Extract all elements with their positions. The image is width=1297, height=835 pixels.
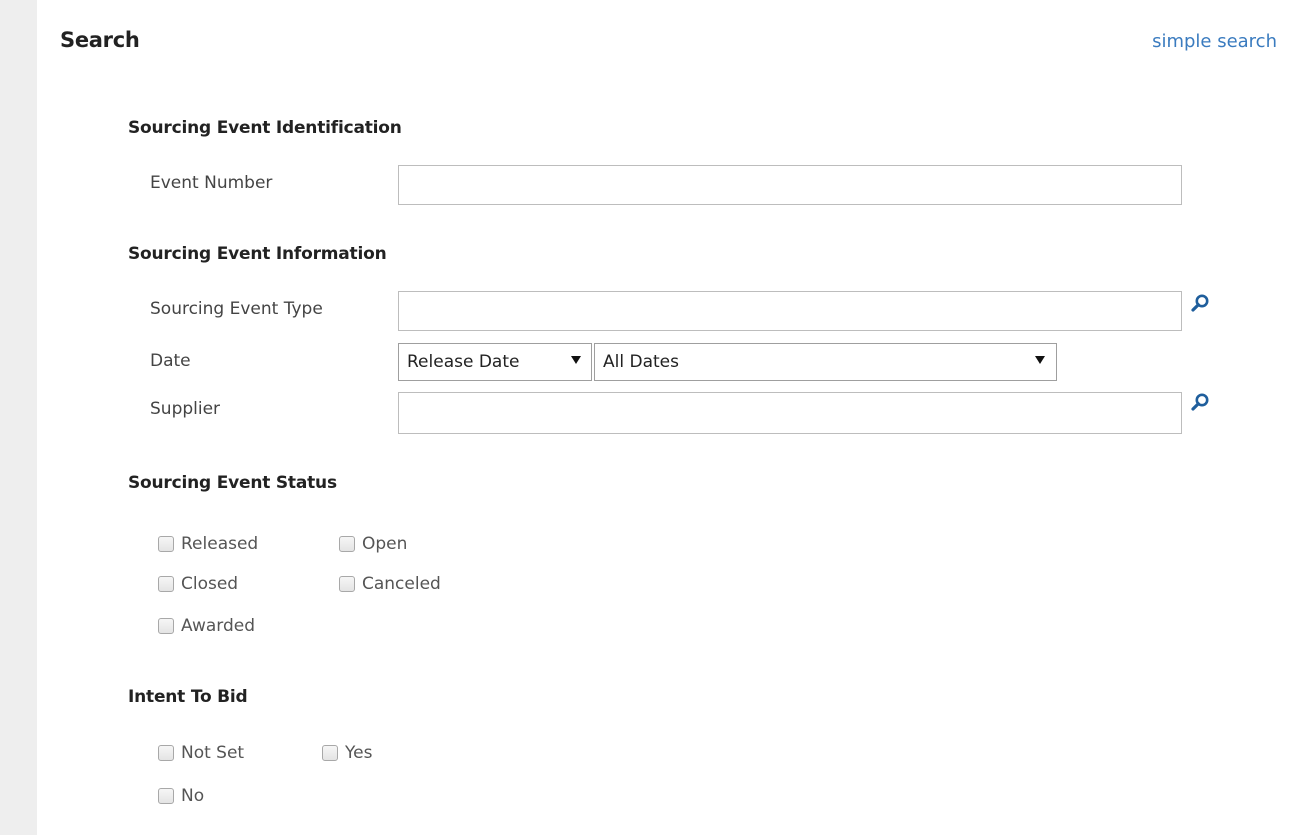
- checkbox-label: Not Set: [181, 743, 245, 763]
- date-type-select[interactable]: Release Date: [398, 343, 592, 381]
- status-released-checkbox[interactable]: [158, 536, 174, 552]
- intent-no-checkbox[interactable]: [158, 788, 174, 804]
- date-range-selected: All Dates: [603, 352, 679, 372]
- checkbox-label: Yes: [345, 743, 373, 763]
- status-open-checkbox[interactable]: [339, 536, 355, 552]
- supplier-label: Supplier: [150, 399, 221, 419]
- event-number-label: Event Number: [150, 173, 273, 193]
- checkbox-label: Released: [181, 534, 259, 554]
- intent-not-set-checkbox[interactable]: [158, 745, 174, 761]
- supplier-input[interactable]: [398, 392, 1182, 434]
- simple-search-link[interactable]: simple search: [1152, 31, 1277, 52]
- event-number-input[interactable]: [398, 165, 1182, 205]
- section-heading-status: Sourcing Event Status: [128, 473, 337, 493]
- chevron-down-icon: [1035, 356, 1045, 364]
- status-closed-option[interactable]: Closed: [158, 572, 238, 596]
- section-heading-information: Sourcing Event Information: [128, 244, 387, 264]
- event-type-label: Sourcing Event Type: [150, 299, 323, 319]
- left-rail: [0, 0, 37, 835]
- status-canceled-checkbox[interactable]: [339, 576, 355, 592]
- event-type-input[interactable]: [398, 291, 1182, 331]
- date-type-selected: Release Date: [407, 352, 520, 372]
- intent-yes-checkbox[interactable]: [322, 745, 338, 761]
- checkbox-label: Canceled: [362, 574, 441, 594]
- supplier-search-icon[interactable]: [1190, 392, 1210, 412]
- intent-no-option[interactable]: No: [158, 784, 204, 808]
- checkbox-label: No: [181, 786, 205, 806]
- status-canceled-option[interactable]: Canceled: [339, 572, 441, 596]
- page-title: Search: [60, 28, 140, 52]
- checkbox-label: Closed: [181, 574, 239, 594]
- checkbox-label: Awarded: [181, 616, 255, 636]
- checkbox-label: Open: [362, 534, 408, 554]
- chevron-down-icon: [571, 356, 581, 364]
- date-range-select[interactable]: All Dates: [594, 343, 1057, 381]
- event-type-search-icon[interactable]: [1190, 293, 1210, 313]
- status-closed-checkbox[interactable]: [158, 576, 174, 592]
- intent-not-set-option[interactable]: Not Set: [158, 741, 244, 765]
- date-label: Date: [150, 351, 191, 371]
- status-awarded-option[interactable]: Awarded: [158, 614, 255, 638]
- section-heading-intent: Intent To Bid: [128, 687, 248, 707]
- status-released-option[interactable]: Released: [158, 532, 258, 556]
- intent-yes-option[interactable]: Yes: [322, 741, 372, 765]
- status-open-option[interactable]: Open: [339, 532, 407, 556]
- status-awarded-checkbox[interactable]: [158, 618, 174, 634]
- section-heading-identification: Sourcing Event Identification: [128, 118, 402, 138]
